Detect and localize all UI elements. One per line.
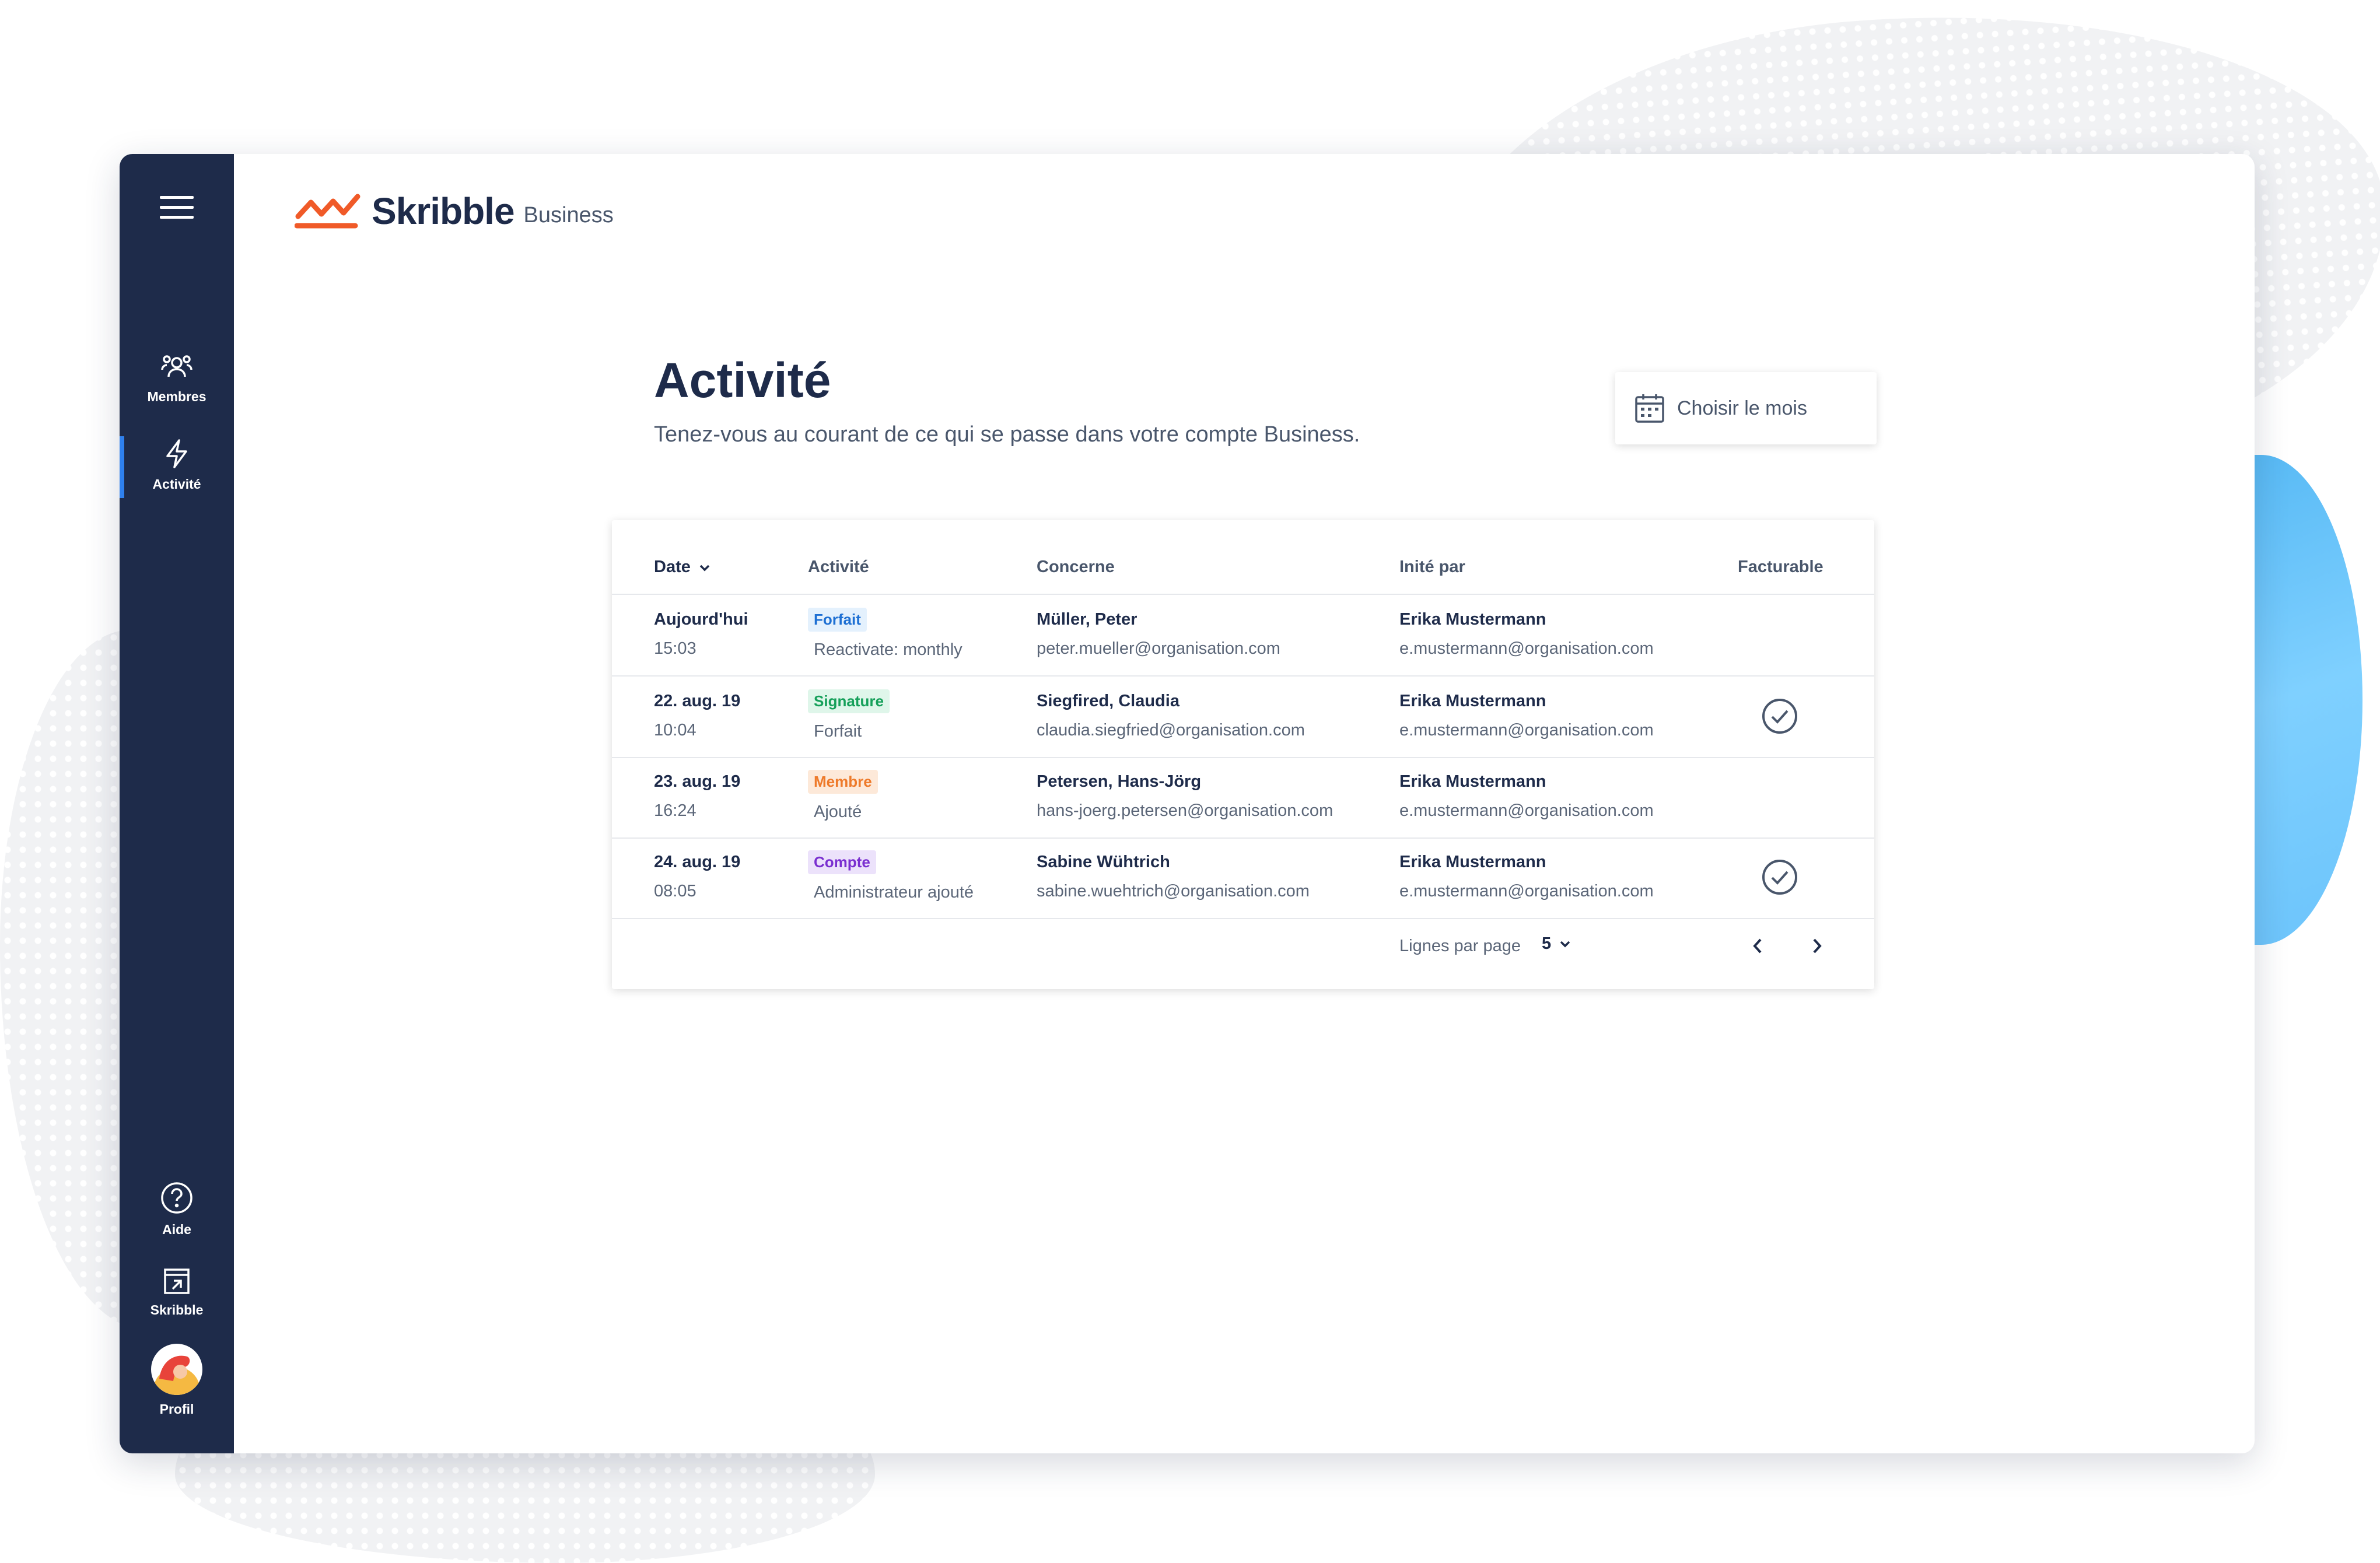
chevron-left-icon	[1752, 938, 1763, 954]
previous-page-button[interactable]	[1744, 932, 1772, 960]
chevron-down-icon	[1559, 940, 1571, 948]
table-row[interactable]: 22. aug. 19 10:04 Signature Forfait Sieg…	[612, 677, 1874, 757]
billable-check-icon	[1761, 858, 1798, 896]
choose-month-button[interactable]: Choisir le mois	[1615, 372, 1877, 444]
subject-name: Petersen, Hans-Jörg	[1037, 772, 1202, 791]
column-header-concerne: Concerne	[1037, 558, 1115, 576]
sidebar-item-profil[interactable]: Profil	[120, 1344, 234, 1417]
avatar	[151, 1344, 202, 1397]
activity-badge: Signature	[808, 689, 890, 713]
sidebar-item-label: Membres	[147, 389, 206, 404]
column-header-initie-par: Inité par	[1399, 558, 1465, 576]
initiator-name: Erika Mustermann	[1399, 772, 1546, 791]
lightning-icon	[160, 439, 193, 472]
column-header-activite: Activité	[808, 558, 869, 576]
activity-badge: Membre	[808, 770, 878, 794]
subject-name: Siegfired, Claudia	[1037, 692, 1180, 710]
external-window-icon	[162, 1268, 191, 1298]
sidebar-item-activite[interactable]: Activité	[120, 437, 234, 492]
pagination: Lignes par page 5	[612, 923, 1874, 969]
brand-name: Skribble	[372, 190, 515, 232]
activity-detail: Ajouté	[814, 802, 862, 821]
table-row[interactable]: 23. aug. 19 16:24 Membre Ajouté Petersen…	[612, 758, 1874, 839]
subject-name: Müller, Peter	[1037, 610, 1138, 629]
help-circle-icon	[159, 1182, 194, 1218]
table-row[interactable]: 24. aug. 19 08:05 Compte Administrateur …	[612, 839, 1874, 919]
sidebar-item-label: Skribble	[150, 1302, 204, 1317]
activity-badge: Compte	[808, 850, 876, 874]
row-date: 22. aug. 19	[654, 692, 741, 710]
sidebar-item-label: Profil	[159, 1401, 194, 1417]
initiator-name: Erika Mustermann	[1399, 853, 1546, 871]
skribble-logo-icon	[294, 191, 362, 232]
row-date: Aujourd'hui	[654, 610, 748, 629]
subject-name: Sabine Wühtrich	[1037, 853, 1170, 871]
sidebar-item-skribble[interactable]: Skribble	[120, 1267, 234, 1318]
subject-email: hans-joerg.petersen@organisation.com	[1037, 801, 1334, 820]
users-icon	[160, 355, 193, 385]
divider	[612, 918, 1874, 919]
initiator-email: e.mustermann@organisation.com	[1399, 639, 1654, 658]
row-time: 10:04	[654, 721, 696, 740]
row-time: 08:05	[654, 882, 696, 900]
initiator-email: e.mustermann@organisation.com	[1399, 721, 1654, 740]
initiator-email: e.mustermann@organisation.com	[1399, 801, 1654, 820]
page-title: Activité	[654, 353, 831, 408]
column-header-facturable: Facturable	[1738, 558, 1824, 576]
activity-detail: Forfait	[814, 722, 862, 741]
table-row[interactable]: Aujourd'hui 15:03 Forfait Reactivate: mo…	[612, 595, 1874, 675]
initiator-name: Erika Mustermann	[1399, 610, 1546, 629]
choose-month-label: Choisir le mois	[1677, 397, 1807, 419]
initiator-name: Erika Mustermann	[1399, 692, 1546, 710]
sidebar: Membres Activité Aide Skribble Profil	[120, 154, 234, 1453]
activity-badge: Forfait	[808, 608, 867, 632]
chevron-down-icon	[699, 558, 710, 576]
subject-email: peter.mueller@organisation.com	[1037, 639, 1280, 658]
activity-table: Date Activité Concerne Inité par Factura…	[612, 520, 1874, 989]
row-date: 24. aug. 19	[654, 853, 741, 871]
sidebar-item-label: Aide	[162, 1222, 191, 1237]
rows-per-page-select[interactable]: 5	[1542, 934, 1571, 954]
subject-email: sabine.wuehtrich@organisation.com	[1037, 882, 1310, 900]
activity-detail: Reactivate: monthly	[814, 640, 963, 659]
billable-check-icon	[1761, 698, 1798, 735]
row-date: 23. aug. 19	[654, 772, 741, 791]
sidebar-item-label: Activité	[152, 476, 201, 492]
calendar-icon	[1634, 392, 1665, 424]
menu-button[interactable]	[120, 195, 234, 223]
next-page-button[interactable]	[1803, 932, 1831, 960]
row-time: 16:24	[654, 801, 696, 820]
activity-detail: Administrateur ajouté	[814, 883, 974, 902]
row-time: 15:03	[654, 639, 696, 658]
initiator-email: e.mustermann@organisation.com	[1399, 882, 1654, 900]
sidebar-item-aide[interactable]: Aide	[120, 1180, 234, 1238]
sidebar-item-membres[interactable]: Membres	[120, 350, 234, 405]
rows-per-page-label: Lignes par page	[1399, 937, 1521, 955]
chevron-right-icon	[1812, 938, 1822, 954]
hamburger-icon	[160, 196, 194, 223]
subject-email: claudia.siegfried@organisation.com	[1037, 721, 1305, 740]
page-subtitle: Tenez-vous au courant de ce qui se passe…	[654, 422, 1360, 447]
brand-product: Business	[523, 202, 614, 227]
app-window: Membres Activité Aide Skribble Profil Sk…	[120, 154, 2255, 1453]
brand-logo: Skribble Business	[294, 188, 614, 234]
column-header-date[interactable]: Date	[654, 558, 710, 577]
